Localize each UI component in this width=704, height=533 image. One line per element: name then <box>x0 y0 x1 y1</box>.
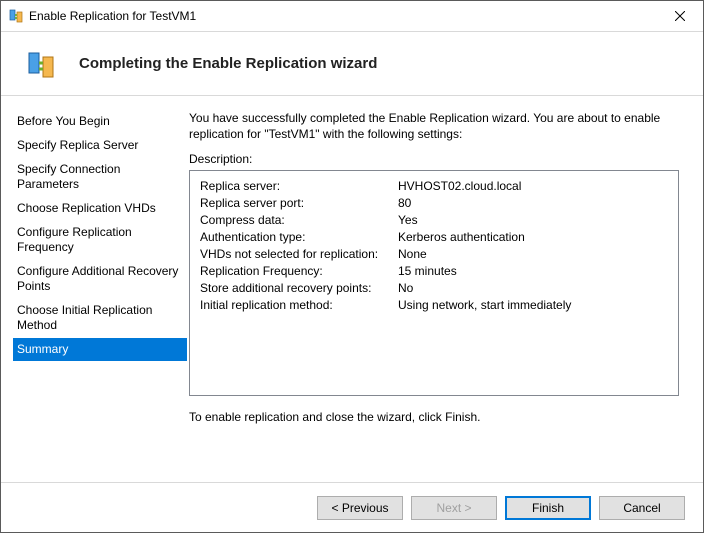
sidebar-item-label: Configure Replication Frequency <box>17 225 132 254</box>
setting-row: Replica server:HVHOST02.cloud.local <box>200 179 668 193</box>
setting-value: None <box>398 247 427 261</box>
setting-value: Kerberos authentication <box>398 230 525 244</box>
setting-row: Store additional recovery points:No <box>200 281 668 295</box>
next-button: Next > <box>411 496 497 520</box>
setting-value: Yes <box>398 213 418 227</box>
sidebar-item-specify-replica-server[interactable]: Specify Replica Server <box>13 134 187 157</box>
sidebar-item-choose-initial-replication-method[interactable]: Choose Initial Replication Method <box>13 299 187 337</box>
sidebar-item-label: Specify Replica Server <box>17 138 138 152</box>
sidebar-item-label: Choose Initial Replication Method <box>17 303 152 332</box>
setting-key: Replication Frequency: <box>200 264 398 278</box>
setting-value: 15 minutes <box>398 264 457 278</box>
setting-key: Store additional recovery points: <box>200 281 398 295</box>
setting-key: Replica server port: <box>200 196 398 210</box>
sidebar-item-label: Specify Connection Parameters <box>17 162 120 191</box>
setting-value: 80 <box>398 196 411 210</box>
window-title: Enable Replication for TestVM1 <box>25 9 657 23</box>
sidebar-item-configure-replication-frequency[interactable]: Configure Replication Frequency <box>13 221 187 259</box>
sidebar-item-before-you-begin[interactable]: Before You Begin <box>13 110 187 133</box>
app-icon <box>9 8 25 24</box>
setting-value: No <box>398 281 413 295</box>
cancel-button[interactable]: Cancel <box>599 496 685 520</box>
setting-key: Compress data: <box>200 213 398 227</box>
setting-row: Compress data:Yes <box>200 213 668 227</box>
wizard-footer: < Previous Next > Finish Cancel <box>1 482 703 533</box>
close-icon <box>675 11 685 21</box>
instruction-text: To enable replication and close the wiza… <box>189 410 679 424</box>
setting-value: Using network, start immediately <box>398 298 571 312</box>
main-panel: You have successfully completed the Enab… <box>189 96 703 482</box>
setting-key: VHDs not selected for replication: <box>200 247 398 261</box>
wizard-header: Completing the Enable Replication wizard <box>1 32 703 96</box>
wizard-icon <box>25 47 59 81</box>
intro-text: You have successfully completed the Enab… <box>189 110 679 142</box>
content-area: Before You Begin Specify Replica Server Sp… <box>1 96 703 482</box>
page-title: Completing the Enable Replication wizard <box>79 55 377 72</box>
finish-button[interactable]: Finish <box>505 496 591 520</box>
wizard-steps-sidebar: Before You Begin Specify Replica Server Sp… <box>1 96 189 482</box>
sidebar-item-choose-replication-vhds[interactable]: Choose Replication VHDs <box>13 197 187 220</box>
setting-row: Authentication type:Kerberos authenticat… <box>200 230 668 244</box>
sidebar-item-label: Before You Begin <box>17 114 110 128</box>
description-label: Description: <box>189 152 679 166</box>
sidebar-item-summary[interactable]: Summary <box>13 338 187 361</box>
sidebar-item-configure-additional-recovery-points[interactable]: Configure Additional Recovery Points <box>13 260 187 298</box>
previous-button[interactable]: < Previous <box>317 496 403 520</box>
sidebar-item-label: Choose Replication VHDs <box>17 201 156 215</box>
setting-value: HVHOST02.cloud.local <box>398 179 521 193</box>
sidebar-item-label: Summary <box>17 342 68 356</box>
sidebar-item-specify-connection-parameters[interactable]: Specify Connection Parameters <box>13 158 187 196</box>
setting-row: Replication Frequency:15 minutes <box>200 264 668 278</box>
setting-key: Replica server: <box>200 179 398 193</box>
description-box: Replica server:HVHOST02.cloud.localRepli… <box>189 170 679 396</box>
setting-row: VHDs not selected for replication:None <box>200 247 668 261</box>
setting-row: Initial replication method:Using network… <box>200 298 668 312</box>
setting-key: Initial replication method: <box>200 298 398 312</box>
close-button[interactable] <box>657 1 703 31</box>
sidebar-item-label: Configure Additional Recovery Points <box>17 264 178 293</box>
titlebar: Enable Replication for TestVM1 <box>1 1 703 32</box>
setting-row: Replica server port:80 <box>200 196 668 210</box>
setting-key: Authentication type: <box>200 230 398 244</box>
